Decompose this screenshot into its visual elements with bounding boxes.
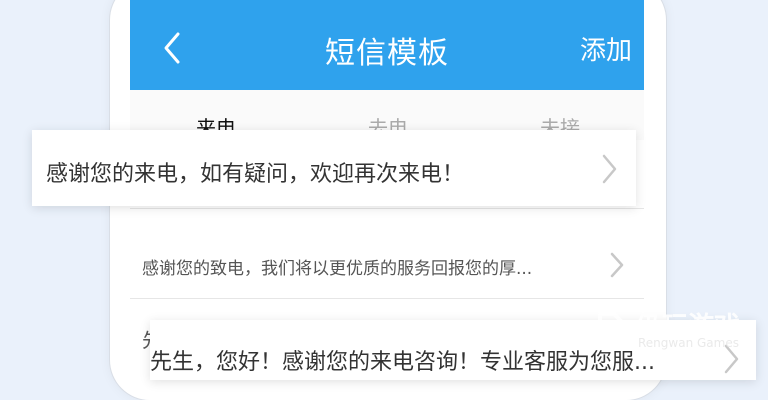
add-template-button[interactable]: 添加: [580, 30, 632, 67]
page-title: 短信模板: [325, 36, 449, 71]
template-text: 感谢您的来电，如有疑问，欢迎再次来电！: [46, 162, 465, 187]
template-text: 先生，您好！感谢您的来电咨询！专业客服为您服...: [150, 350, 655, 375]
watermark: 仍玩游戏 Rengwan Games: [590, 300, 768, 368]
header-bar: 短信模板 添加: [130, 0, 644, 90]
list-item[interactable]: 感谢您的致电，我们将以更优质的服务回报您的厚...: [130, 230, 644, 299]
template-text: 感谢您的致电，我们将以更优质的服务回报您的厚...: [142, 259, 533, 279]
logo-icon: [598, 312, 628, 346]
watermark-subtitle: Rengwan Games: [638, 336, 739, 350]
chevron-right-icon: [602, 154, 617, 184]
highlight-card[interactable]: 感谢您的来电，如有疑问，欢迎再次来电！: [32, 130, 636, 206]
chevron-right-icon: [610, 252, 624, 278]
